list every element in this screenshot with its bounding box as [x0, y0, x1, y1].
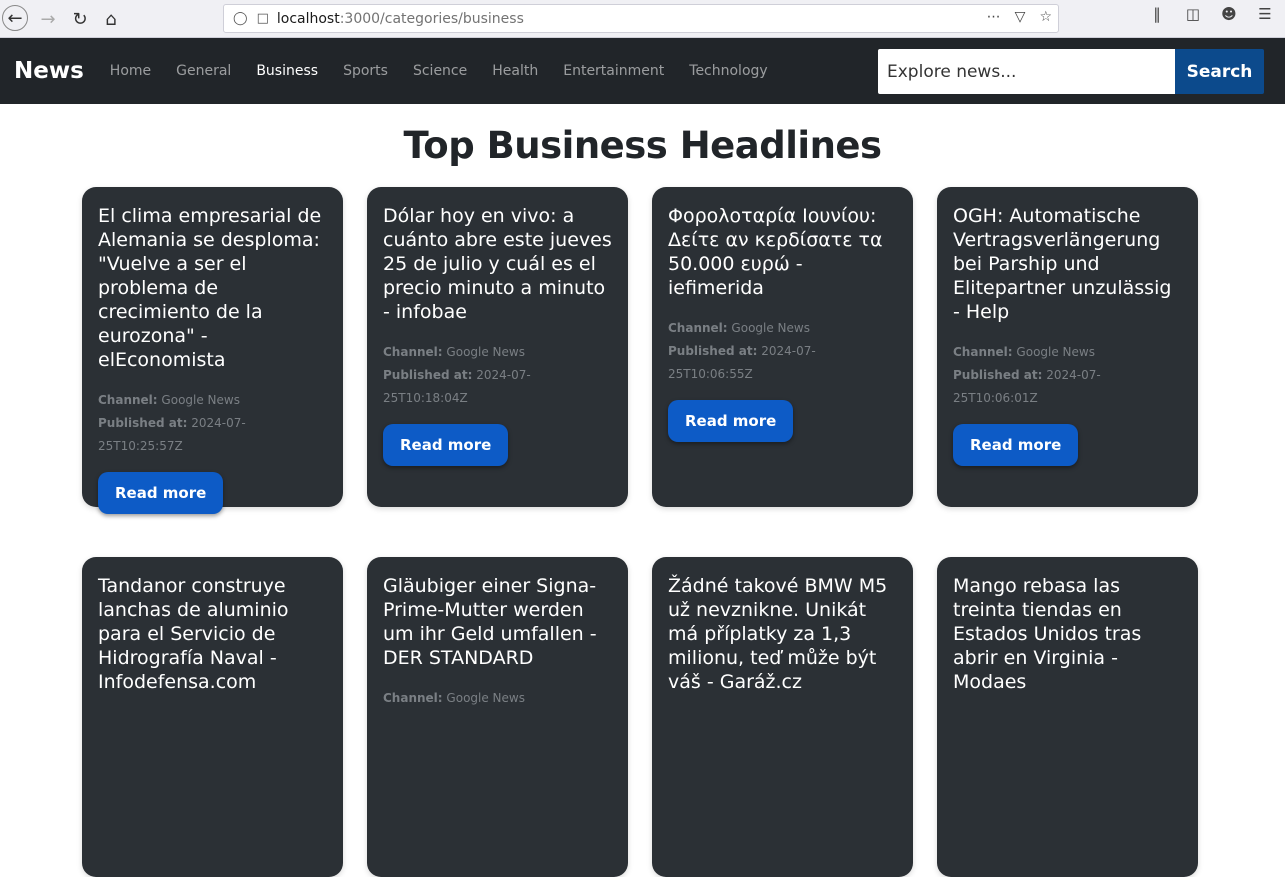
channel-value: Google News	[446, 345, 525, 359]
url-text[interactable]: localhost:3000/categories/business	[277, 11, 524, 27]
article-card: Mango rebasa las treinta tiendas en Esta…	[937, 557, 1198, 877]
article-card: Tandanor construye lanchas de aluminio p…	[82, 557, 343, 877]
read-more-button[interactable]: Read more	[668, 400, 794, 442]
channel-row: Channel: Google News	[953, 341, 1182, 364]
read-more-button[interactable]: Read more	[98, 472, 224, 514]
article-card: Dólar hoy en vivo: a cuánto abre este ju…	[367, 187, 628, 507]
navbar: News Home General Business Sports Science Hea…	[0, 38, 1285, 104]
channel-value: Google News	[446, 691, 525, 705]
nav-link-business[interactable]: Business	[256, 63, 318, 79]
channel-row: Channel: Google News	[668, 317, 897, 340]
published-row: Published at: 2024-07-25T10:06:01Z	[953, 364, 1182, 410]
article-meta: Channel: Google News Published at: 2024-0…	[668, 317, 897, 386]
article-title: Žádné takové BMW M5 už nevznikne. Unikát…	[668, 575, 888, 693]
sidebar-icon[interactable]: ◫	[1181, 5, 1205, 23]
channel-value: Google News	[731, 321, 810, 335]
nav-link-entertainment[interactable]: Entertainment	[563, 63, 664, 79]
read-more-button[interactable]: Read more	[383, 424, 509, 466]
article-title: Mango rebasa las treinta tiendas en Esta…	[953, 575, 1142, 693]
read-more-button[interactable]: Read more	[953, 424, 1079, 466]
article-title: El clima empresarial de Alemania se desp…	[98, 205, 322, 371]
channel-label: Channel:	[953, 345, 1013, 359]
account-icon[interactable]: ☻	[1217, 5, 1241, 23]
article-meta: Channel: Google News Published at: 2024-0…	[383, 341, 612, 410]
published-label: Published at:	[383, 368, 473, 382]
page-icon: □	[256, 11, 269, 26]
nav-link-science[interactable]: Science	[413, 63, 467, 79]
article-title: Φορολοταρία Ιουνίου: Δείτε αν κερδίσατε …	[668, 205, 883, 299]
published-label: Published at:	[98, 416, 188, 430]
article-card: Φορολοταρία Ιουνίου: Δείτε αν κερδίσατε …	[652, 187, 913, 507]
pocket-icon[interactable]: ▽	[1015, 9, 1026, 25]
back-arrow-icon[interactable]: ←	[2, 5, 28, 31]
shield-icon[interactable]: ◯	[233, 11, 248, 26]
published-row: Published at: 2024-07-25T10:18:04Z	[383, 364, 612, 410]
menu-icon[interactable]: ☰	[1253, 5, 1277, 23]
forward-arrow-icon[interactable]: →	[34, 5, 62, 33]
channel-row: Channel: Google News	[383, 341, 612, 364]
search-button[interactable]: Search	[1175, 49, 1264, 94]
article-grid: El clima empresarial de Alemania se desp…	[82, 187, 1198, 877]
address-bar[interactable]: ◯ □ localhost:3000/categories/business ⋯…	[223, 4, 1059, 33]
nav-link-technology[interactable]: Technology	[689, 63, 767, 79]
bookmark-star-icon[interactable]: ☆	[1039, 9, 1052, 25]
article-card: OGH: Automatische Vertragsverlängerung b…	[937, 187, 1198, 507]
home-icon[interactable]: ⌂	[97, 5, 125, 33]
channel-label: Channel:	[383, 345, 443, 359]
article-meta: Channel: Google News Published at: 2024-0…	[953, 341, 1182, 410]
page-title: Top Business Headlines	[403, 124, 882, 167]
channel-label: Channel:	[98, 393, 158, 407]
more-actions-icon[interactable]: ⋯	[987, 9, 1001, 25]
article-title: Gläubiger einer Signa-Prime-Mutter werde…	[383, 575, 597, 669]
nav-link-general[interactable]: General	[176, 63, 231, 79]
url-host: localhost	[276, 10, 340, 27]
published-row: Published at: 2024-07-25T10:25:57Z	[98, 412, 327, 458]
channel-row: Channel: Google News	[383, 687, 612, 710]
article-title: Tandanor construye lanchas de aluminio p…	[98, 575, 289, 693]
nav-link-sports[interactable]: Sports	[343, 63, 388, 79]
article-card: Žádné takové BMW M5 už nevznikne. Unikát…	[652, 557, 913, 877]
nav-links: Home General Business Sports Science Health En…	[110, 63, 793, 79]
channel-value: Google News	[1016, 345, 1095, 359]
article-title: Dólar hoy en vivo: a cuánto abre este ju…	[383, 205, 612, 323]
reload-icon[interactable]: ↻	[66, 5, 94, 33]
article-title: OGH: Automatische Vertragsverlängerung b…	[953, 205, 1172, 323]
article-card: Gläubiger einer Signa-Prime-Mutter werde…	[367, 557, 628, 877]
published-row: Published at: 2024-07-25T10:06:55Z	[668, 340, 897, 386]
channel-label: Channel:	[668, 321, 728, 335]
published-label: Published at:	[668, 344, 758, 358]
article-meta: Channel: Google News	[383, 687, 612, 710]
published-label: Published at:	[953, 368, 1043, 382]
url-path: :3000/categories/business	[339, 10, 524, 27]
nav-link-health[interactable]: Health	[492, 63, 538, 79]
channel-value: Google News	[161, 393, 240, 407]
channel-row: Channel: Google News	[98, 389, 327, 412]
search-form: Search	[878, 49, 1264, 94]
channel-label: Channel:	[383, 691, 443, 705]
library-icon[interactable]: ‖	[1145, 5, 1169, 23]
article-meta: Channel: Google News Published at: 2024-0…	[98, 389, 327, 458]
browser-toolbar: ← → ↻ ⌂ ◯ □ localhost:3000/categories/bu…	[0, 0, 1285, 38]
article-card: El clima empresarial de Alemania se desp…	[82, 187, 343, 514]
brand-logo[interactable]: News	[14, 58, 84, 84]
nav-link-home[interactable]: Home	[110, 63, 151, 79]
search-input[interactable]	[878, 49, 1175, 94]
